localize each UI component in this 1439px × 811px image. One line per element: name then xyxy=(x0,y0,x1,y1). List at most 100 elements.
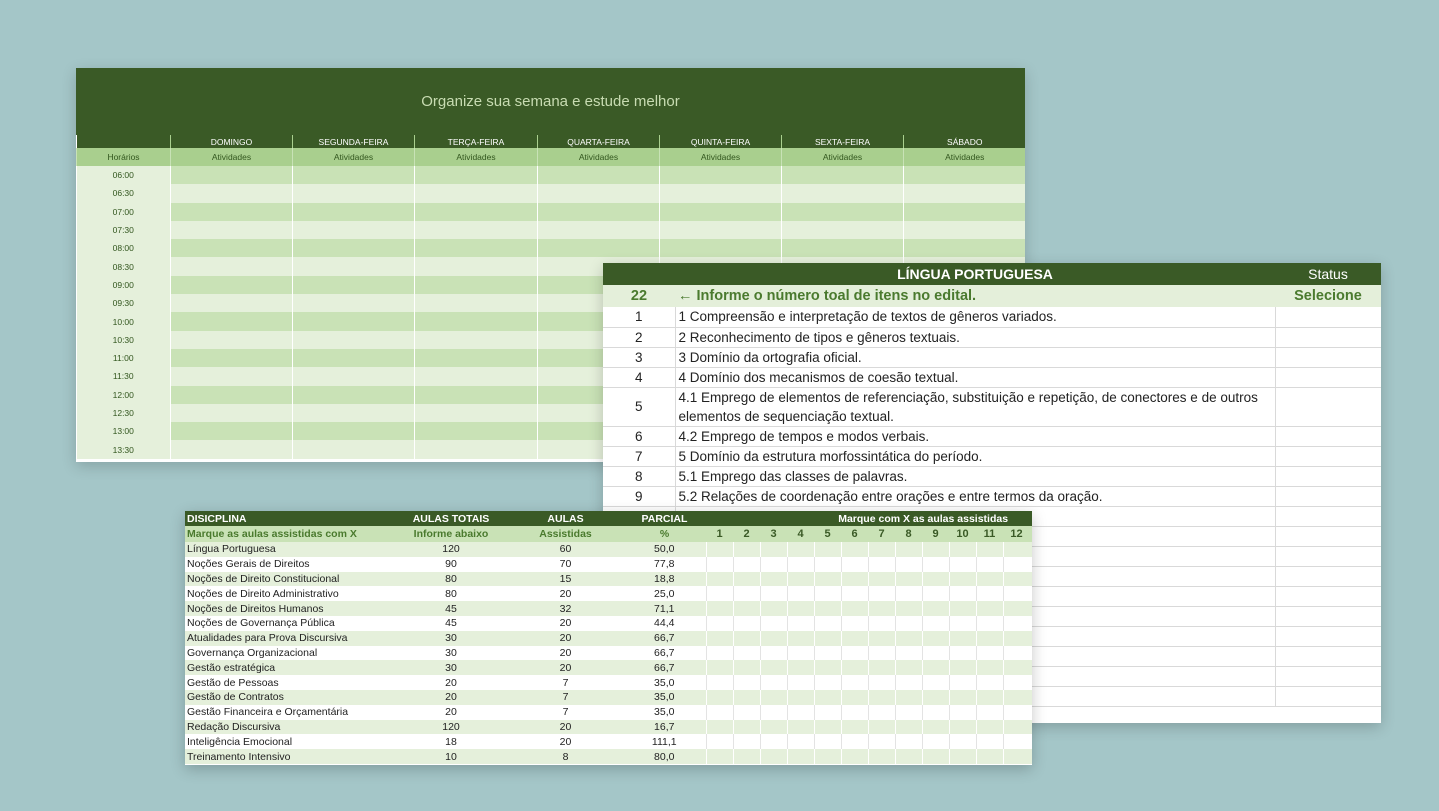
lesson-check-cell[interactable] xyxy=(1002,586,1030,602)
item-status-cell[interactable] xyxy=(1274,347,1381,368)
activity-cell[interactable] xyxy=(292,403,415,423)
activity-cell[interactable] xyxy=(414,257,538,276)
lesson-check-cell[interactable] xyxy=(921,704,949,720)
activity-cell[interactable] xyxy=(170,202,293,221)
lesson-check-cell[interactable] xyxy=(732,542,760,557)
lesson-check-cell[interactable] xyxy=(732,749,760,764)
lesson-check-cell[interactable] xyxy=(813,586,841,602)
lesson-check-cell[interactable] xyxy=(948,586,976,602)
activity-cell[interactable] xyxy=(781,239,904,258)
activity-cell[interactable] xyxy=(537,166,660,185)
lesson-check-cell[interactable] xyxy=(894,689,922,705)
lesson-check-cell[interactable] xyxy=(948,571,976,587)
lesson-check-cell[interactable] xyxy=(813,734,841,750)
activity-cell[interactable] xyxy=(292,202,415,221)
lesson-check-cell[interactable] xyxy=(894,542,922,557)
lesson-check-cell[interactable] xyxy=(975,556,1003,572)
lesson-check-cell[interactable] xyxy=(705,630,733,646)
lesson-check-cell[interactable] xyxy=(786,615,814,631)
activity-cell[interactable] xyxy=(414,348,538,368)
lesson-check-cell[interactable] xyxy=(732,660,760,676)
total-lessons-cell[interactable]: 20 xyxy=(394,704,508,720)
lesson-check-cell[interactable] xyxy=(921,645,949,661)
lesson-check-cell[interactable] xyxy=(813,719,841,735)
lesson-check-cell[interactable] xyxy=(840,689,868,705)
activity-cell[interactable] xyxy=(292,440,415,459)
item-status-cell[interactable] xyxy=(1274,506,1381,527)
lesson-check-cell[interactable] xyxy=(894,630,922,646)
lesson-check-cell[interactable] xyxy=(921,571,949,587)
lesson-check-cell[interactable] xyxy=(705,615,733,631)
activity-cell[interactable] xyxy=(659,239,782,258)
lesson-check-cell[interactable] xyxy=(759,675,787,690)
lesson-check-cell[interactable] xyxy=(759,749,787,764)
lesson-check-cell[interactable] xyxy=(786,660,814,676)
lesson-check-cell[interactable] xyxy=(975,601,1003,616)
lesson-check-cell[interactable] xyxy=(705,660,733,676)
lesson-check-cell[interactable] xyxy=(813,571,841,587)
lesson-check-cell[interactable] xyxy=(948,704,976,720)
lesson-check-cell[interactable] xyxy=(894,719,922,735)
lesson-check-cell[interactable] xyxy=(894,586,922,602)
lesson-check-cell[interactable] xyxy=(732,556,760,572)
activity-cell[interactable] xyxy=(903,202,1025,221)
lesson-check-cell[interactable] xyxy=(759,704,787,720)
lesson-check-cell[interactable] xyxy=(975,645,1003,661)
item-status-cell[interactable] xyxy=(1274,466,1381,487)
total-lessons-cell[interactable]: 45 xyxy=(394,601,508,616)
lesson-check-cell[interactable] xyxy=(921,615,949,631)
lesson-check-cell[interactable] xyxy=(867,749,895,764)
activity-cell[interactable] xyxy=(659,184,782,203)
lesson-check-cell[interactable] xyxy=(975,542,1003,557)
lesson-check-cell[interactable] xyxy=(705,542,733,557)
activity-cell[interactable] xyxy=(537,184,660,203)
total-lessons-cell[interactable]: 80 xyxy=(394,571,508,587)
lesson-check-cell[interactable] xyxy=(894,645,922,661)
lesson-check-cell[interactable] xyxy=(759,645,787,661)
lesson-check-cell[interactable] xyxy=(921,660,949,676)
item-status-cell[interactable] xyxy=(1274,606,1381,627)
lesson-check-cell[interactable] xyxy=(948,734,976,750)
status-select[interactable]: Selecione xyxy=(1275,285,1381,307)
activity-cell[interactable] xyxy=(414,440,538,459)
lesson-check-cell[interactable] xyxy=(975,630,1003,646)
activity-cell[interactable] xyxy=(170,422,293,441)
lesson-check-cell[interactable] xyxy=(894,704,922,720)
item-count-input[interactable]: 22 xyxy=(603,285,675,307)
activity-cell[interactable] xyxy=(414,312,538,331)
lesson-check-cell[interactable] xyxy=(759,556,787,572)
item-status-cell[interactable] xyxy=(1274,666,1381,687)
activity-cell[interactable] xyxy=(903,239,1025,258)
lesson-check-cell[interactable] xyxy=(732,675,760,690)
lesson-check-cell[interactable] xyxy=(840,645,868,661)
activity-cell[interactable] xyxy=(781,166,904,185)
activity-cell[interactable] xyxy=(170,220,293,240)
lesson-check-cell[interactable] xyxy=(975,660,1003,676)
lesson-check-cell[interactable] xyxy=(948,689,976,705)
total-lessons-cell[interactable]: 120 xyxy=(394,542,508,557)
activity-cell[interactable] xyxy=(292,184,415,203)
lesson-check-cell[interactable] xyxy=(732,571,760,587)
lesson-check-cell[interactable] xyxy=(1002,556,1030,572)
activity-cell[interactable] xyxy=(781,220,904,240)
item-status-cell[interactable] xyxy=(1274,646,1381,667)
lesson-check-cell[interactable] xyxy=(948,719,976,735)
lesson-check-cell[interactable] xyxy=(759,689,787,705)
lesson-check-cell[interactable] xyxy=(975,704,1003,720)
lesson-check-cell[interactable] xyxy=(840,734,868,750)
lesson-check-cell[interactable] xyxy=(975,615,1003,631)
lesson-check-cell[interactable] xyxy=(786,586,814,602)
lesson-check-cell[interactable] xyxy=(921,630,949,646)
activity-cell[interactable] xyxy=(292,367,415,386)
lesson-check-cell[interactable] xyxy=(1002,571,1030,587)
item-status-cell[interactable] xyxy=(1274,367,1381,388)
activity-cell[interactable] xyxy=(170,312,293,331)
activity-cell[interactable] xyxy=(537,202,660,221)
lesson-check-cell[interactable] xyxy=(1002,630,1030,646)
activity-cell[interactable] xyxy=(292,257,415,276)
lesson-check-cell[interactable] xyxy=(867,586,895,602)
activity-cell[interactable] xyxy=(292,166,415,185)
lesson-check-cell[interactable] xyxy=(786,734,814,750)
lesson-check-cell[interactable] xyxy=(813,660,841,676)
activity-cell[interactable] xyxy=(537,220,660,240)
